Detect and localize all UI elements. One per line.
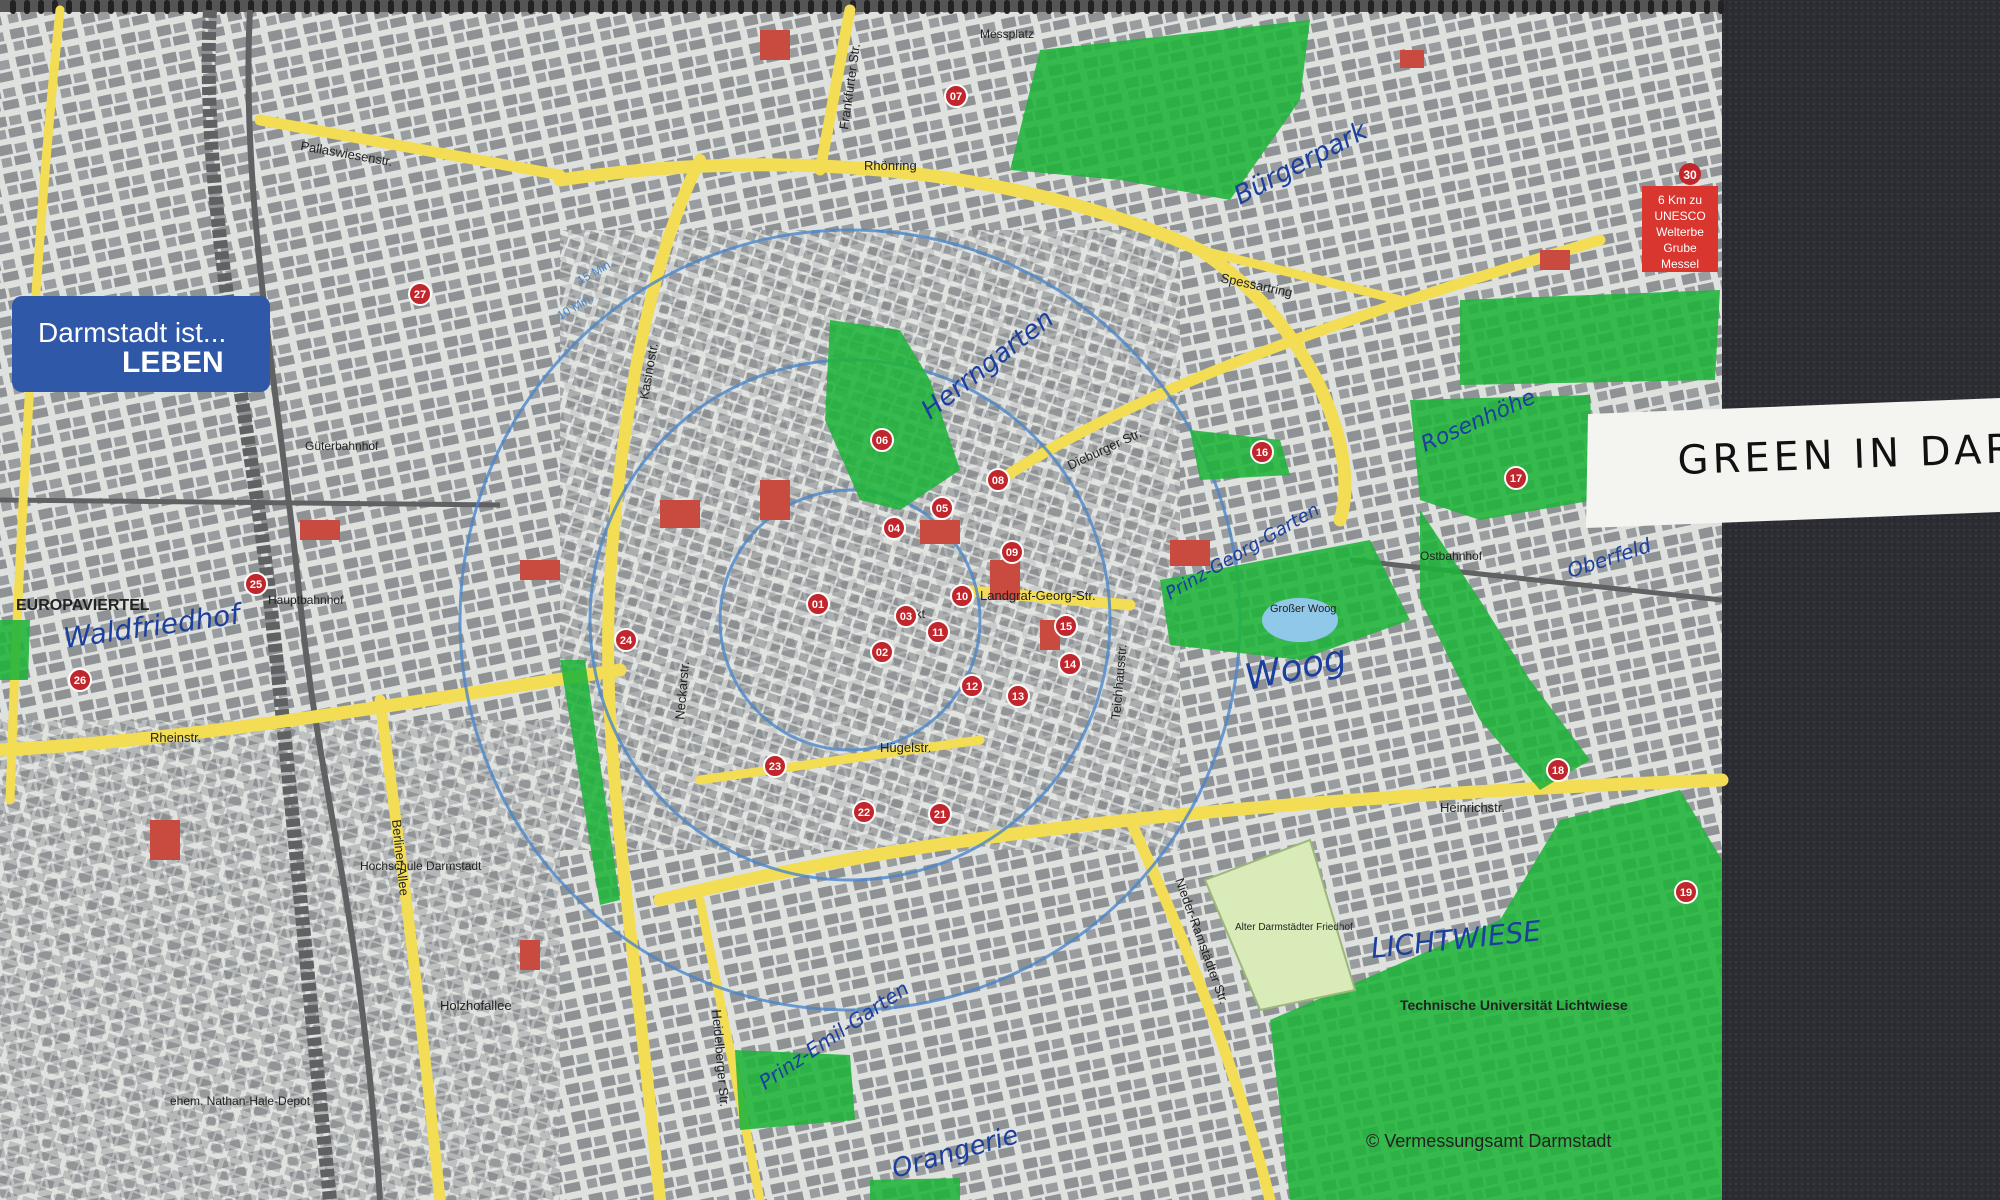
poi-marker-16: 16: [1250, 440, 1274, 464]
place-alter-friedhof: Alter Darmstädter Friedhof: [1235, 922, 1353, 933]
unesco-line-4: Messel: [1661, 257, 1699, 271]
poi-marker-26: 26: [68, 668, 92, 692]
park-oberfeld: [1460, 290, 1720, 385]
poi-marker-19: 19: [1674, 880, 1698, 904]
poi-number-24: 24: [620, 635, 633, 647]
poi-number-21: 21: [934, 809, 946, 821]
park-orangerie: [870, 1178, 960, 1200]
street-landgraf: Landgraf-Georg-Str.: [980, 588, 1096, 603]
poi-marker-27: 27: [408, 282, 432, 306]
place-ostbahnhof: Ostbahnhof: [1420, 549, 1483, 563]
poi-marker-08: 08: [986, 468, 1010, 492]
park-west-edge: [0, 620, 30, 680]
poi-marker-10: 10: [950, 584, 974, 608]
poi-number-03: 03: [900, 611, 912, 623]
poi-number-15: 15: [1060, 621, 1072, 633]
poi-marker-23: 23: [763, 754, 787, 778]
unesco-line-1: UNESCO: [1654, 209, 1705, 223]
poi-number-26: 26: [74, 675, 86, 687]
place-hauptbahnhof: Hauptbahnhof: [268, 593, 344, 607]
poi-marker-17: 17: [1504, 466, 1528, 490]
poi-number-19: 19: [1680, 887, 1692, 899]
poi-marker-25: 25: [244, 572, 268, 596]
place-grosser-woog: Großer Woog: [1270, 603, 1336, 615]
street-holzhof: Holzhofallee: [440, 998, 512, 1013]
district-europaviertel: EUROPAVIERTEL: [16, 597, 150, 614]
poi-number-17: 17: [1510, 473, 1522, 485]
poi-marker-04: 04: [882, 516, 906, 540]
unesco-line-0: 6 Km zu: [1658, 193, 1702, 207]
place-nathan-hale: ehem. Nathan-Hale-Depot: [170, 1094, 311, 1108]
poi-number-14: 14: [1064, 659, 1077, 671]
poi-marker-05: 05: [930, 496, 954, 520]
poi-number-13: 13: [1012, 691, 1024, 703]
place-gueterbahnhof: Güterbahnhof: [305, 439, 379, 453]
poi-number-05: 05: [936, 503, 948, 515]
unesco-line-2: Welterbe: [1656, 225, 1704, 239]
place-messplatz: Messplatz: [980, 27, 1034, 41]
poi-marker-21: 21: [928, 802, 952, 826]
street-heinrich: Heinrichstr.: [1440, 800, 1505, 815]
poi-number-12: 12: [966, 681, 978, 693]
poi-marker-15: 15: [1054, 614, 1078, 638]
poi-number-07: 07: [950, 91, 962, 103]
map-photo: 15 Min. 10 Min. Darmstadt ist... LEBEN 6…: [0, 0, 2000, 1200]
street-huegel: Hügelstr.: [880, 740, 931, 755]
place-hochschule: Hochschule Darmstadt: [360, 859, 482, 873]
poi-number-02: 02: [876, 647, 888, 659]
badge-line2: LEBEN: [122, 346, 224, 379]
unesco-number: 30: [1683, 168, 1697, 182]
poi-number-01: 01: [812, 599, 824, 611]
poi-number-11: 11: [932, 627, 944, 639]
poi-number-18: 18: [1552, 765, 1564, 777]
poi-number-25: 25: [250, 579, 262, 591]
poi-marker-07: 07: [944, 84, 968, 108]
poi-marker-02: 02: [870, 640, 894, 664]
poi-number-09: 09: [1006, 547, 1018, 559]
poi-number-08: 08: [992, 475, 1004, 487]
poi-number-22: 22: [858, 807, 870, 819]
copyright-text: © Vermessungsamt Darmstadt: [1366, 1131, 1611, 1151]
poi-number-16: 16: [1256, 447, 1268, 459]
unesco-line-3: Grube: [1663, 241, 1697, 255]
poi-marker-13: 13: [1006, 684, 1030, 708]
poi-number-27: 27: [414, 289, 426, 301]
darmstadt-badge: Darmstadt ist... LEBEN: [12, 296, 270, 392]
street-rhoenring: Rhönring: [864, 158, 917, 173]
poi-number-06: 06: [876, 435, 888, 447]
street-rhein: Rheinstr.: [150, 730, 201, 745]
poi-marker-14: 14: [1058, 652, 1082, 676]
tape-label: GREEN IN DARMS: [1586, 398, 2000, 528]
poi-marker-11: 11: [926, 620, 950, 644]
poi-marker-22: 22: [852, 800, 876, 824]
poi-marker-12: 12: [960, 674, 984, 698]
poi-marker-18: 18: [1546, 758, 1570, 782]
poi-marker-03: 03: [894, 604, 918, 628]
poi-marker-09: 09: [1000, 540, 1024, 564]
poi-number-10: 10: [956, 591, 968, 603]
place-tu-lichtwiese: Technische Universität Lichtwiese: [1400, 997, 1628, 1013]
poi-marker-24: 24: [614, 628, 638, 652]
poi-number-23: 23: [769, 761, 781, 773]
spiral-binding: [0, 0, 1724, 14]
poi-marker-06: 06: [870, 428, 894, 452]
poi-number-04: 04: [888, 523, 901, 535]
poi-marker-01: 01: [806, 592, 830, 616]
badge-line1: Darmstadt ist...: [38, 317, 226, 348]
